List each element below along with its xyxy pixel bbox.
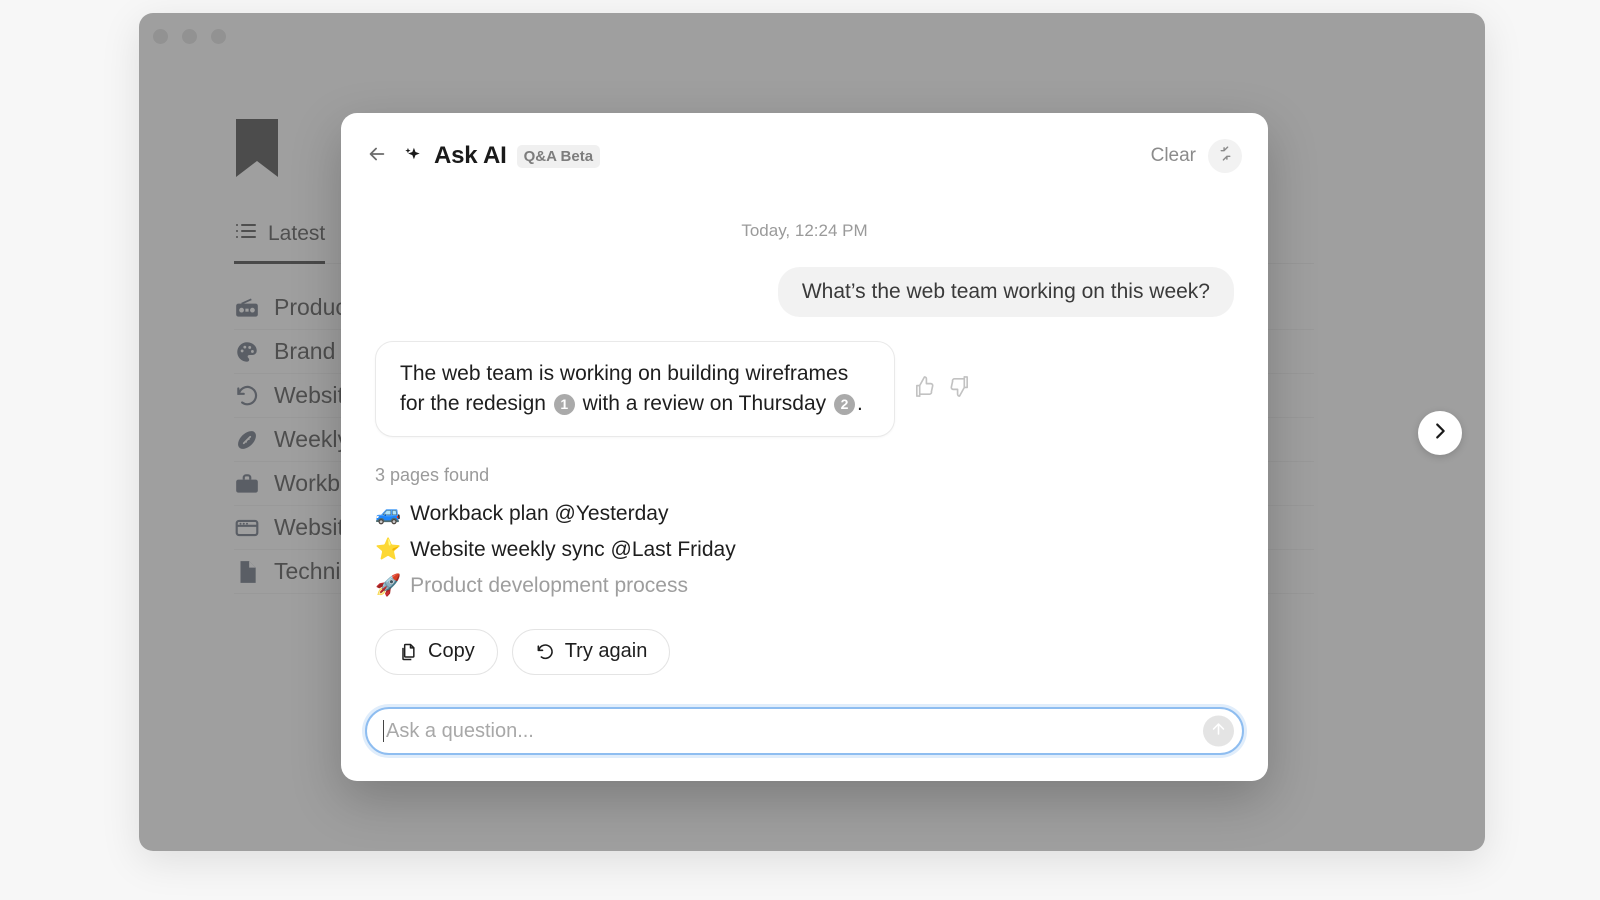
status-badge: Q&A Beta xyxy=(516,144,601,168)
copy-icon xyxy=(398,642,418,662)
arrow-up-icon xyxy=(1210,720,1227,742)
modal-header: Ask AI Q&A Beta Clear xyxy=(341,113,1268,199)
collapse-icon xyxy=(1217,145,1234,167)
question-input-placeholder: Ask a question... xyxy=(386,719,534,742)
answer-text-part-3: . xyxy=(857,391,863,415)
collapse-button[interactable] xyxy=(1208,139,1242,173)
next-button[interactable] xyxy=(1418,411,1462,455)
result-item-label: Product development process xyxy=(410,573,688,597)
arrow-left-icon xyxy=(366,143,388,170)
copy-button[interactable]: Copy xyxy=(375,628,498,675)
car-emoji-icon: 🚙 xyxy=(375,501,402,525)
user-message-row: What’s the web team working on this week… xyxy=(375,267,1234,317)
refresh-icon xyxy=(535,642,555,662)
results-header: 3 pages found xyxy=(375,464,490,485)
sparkle-icon xyxy=(402,145,424,167)
assistant-message-bubble: The web team is working on building wire… xyxy=(375,341,895,437)
citation-badge-2[interactable]: 2 xyxy=(834,394,855,416)
try-again-button[interactable]: Try again xyxy=(511,628,671,675)
result-item-website-weekly-sync[interactable]: ⭐ Website weekly sync @Last Friday xyxy=(375,532,1234,568)
result-item-label: Workback plan @Yesterday xyxy=(410,501,669,525)
answer-text-part-2: with a review on Thursday xyxy=(576,391,832,415)
text-cursor xyxy=(383,720,384,742)
question-input[interactable]: Ask a question... xyxy=(365,707,1244,755)
clear-button[interactable]: Clear xyxy=(1151,145,1196,167)
header-actions: Clear xyxy=(1151,139,1242,173)
page-title: Ask AI xyxy=(434,142,507,169)
send-button[interactable] xyxy=(1203,715,1234,747)
results-list: 🚙 Workback plan @Yesterday ⭐ Website wee… xyxy=(375,496,1234,604)
modal-title-group: Ask AI Q&A Beta xyxy=(402,142,601,170)
thumbs-down-icon[interactable] xyxy=(948,375,971,403)
conversation-timestamp: Today, 12:24 PM xyxy=(741,221,868,240)
back-button[interactable] xyxy=(361,140,393,172)
copy-button-label: Copy xyxy=(428,640,475,663)
result-item-product-development-process[interactable]: 🚀 Product development process xyxy=(375,568,1234,604)
user-message-bubble: What’s the web team working on this week… xyxy=(777,267,1234,317)
conversation-area: Today, 12:24 PM What’s the web team work… xyxy=(341,199,1268,707)
desktop-canvas: Latest Product development process xyxy=(0,0,1600,900)
star-emoji-icon: ⭐ xyxy=(375,537,402,561)
thumbs-up-icon[interactable] xyxy=(913,375,936,403)
feedback-controls xyxy=(913,375,971,403)
ask-ai-modal: Ask AI Q&A Beta Clear Today, 12:24 PM Wh… xyxy=(341,113,1268,781)
answer-actions: Copy Try again xyxy=(375,628,1234,675)
composer-area: Ask a question... xyxy=(341,707,1268,781)
rocket-emoji-icon: 🚀 xyxy=(375,573,402,597)
chevron-right-icon xyxy=(1429,420,1451,447)
result-item-workback-plan[interactable]: 🚙 Workback plan @Yesterday xyxy=(375,496,1234,532)
try-again-button-label: Try again xyxy=(564,640,648,663)
result-item-label: Website weekly sync @Last Friday xyxy=(410,537,736,561)
citation-badge-1[interactable]: 1 xyxy=(553,394,575,416)
assistant-message-row: The web team is working on building wire… xyxy=(375,341,1234,437)
